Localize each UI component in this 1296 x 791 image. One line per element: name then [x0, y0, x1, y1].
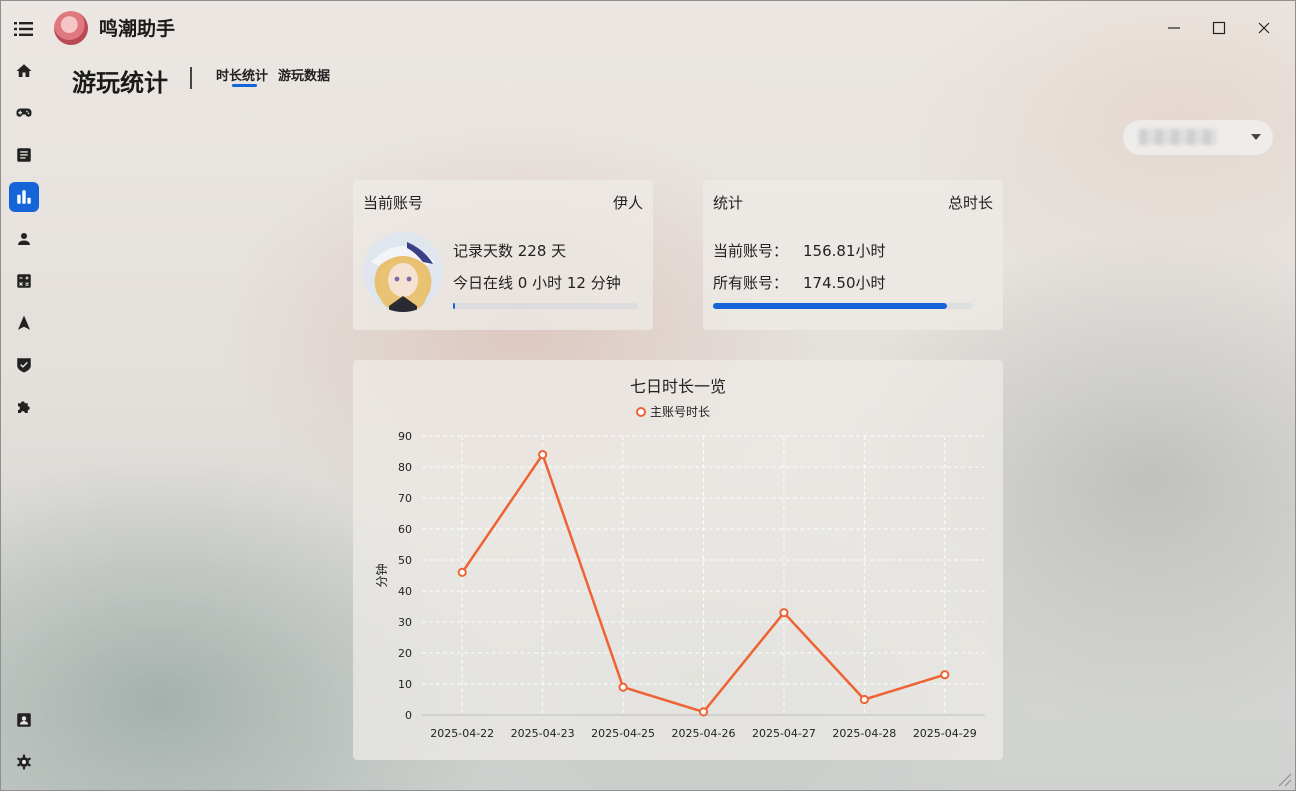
- line-chart: 0 10 20 30 40 50 60 70 80 90 2025-04-22 2025-04-23 2…: [374, 430, 985, 740]
- y-tick-label: 0: [405, 709, 412, 722]
- weekly-chart-card: 七日时长一览 主账号时长 0 10 20 30 40 50 60 70 80 90 2025-04-…: [353, 360, 1003, 760]
- y-tick-label: 50: [398, 554, 412, 567]
- document-icon[interactable]: [9, 140, 39, 170]
- card-heading: 统计: [713, 194, 744, 212]
- y-tick-label: 70: [398, 492, 412, 505]
- account-dropdown[interactable]: [1123, 120, 1273, 155]
- x-tick-label: 2025-04-28: [832, 727, 896, 740]
- data-point: [698, 707, 709, 717]
- sidebar: [0, 50, 48, 790]
- active-tab-indicator: [232, 84, 257, 87]
- home-icon[interactable]: [9, 56, 39, 86]
- navigation-icon[interactable]: [9, 308, 39, 338]
- gear-icon[interactable]: [9, 747, 39, 777]
- y-axis-label: 分钟: [374, 563, 389, 587]
- bar-chart-icon[interactable]: [9, 182, 39, 212]
- data-point: [538, 450, 548, 460]
- total-duration-label: 总时长: [947, 194, 993, 212]
- chevron-down-icon: [1251, 134, 1261, 140]
- y-tick-label: 90: [398, 430, 412, 443]
- gamepad-icon[interactable]: [9, 98, 39, 128]
- contact-card-icon[interactable]: [9, 705, 39, 735]
- online-today: 今日在线 0 小时 12 分钟: [453, 274, 621, 292]
- current-account-card: 当前账号 伊人 记录天数 228 天 今日在线 0 小时 12 分钟: [353, 180, 653, 330]
- app-logo: [54, 11, 88, 45]
- page-title: 游玩统计: [72, 69, 168, 97]
- stats-card: 统计 总时长 当前账号： 156.81小时 所有账号： 174.50小时: [703, 180, 1003, 330]
- y-tick-label: 20: [398, 647, 412, 660]
- close-button[interactable]: [1249, 14, 1279, 42]
- x-tick-label: 2025-04-23: [511, 727, 575, 740]
- character-name: 伊人: [612, 194, 643, 212]
- all-accounts-label: 所有账号：: [713, 274, 789, 292]
- x-tick-label: 2025-04-25: [591, 727, 655, 740]
- x-tick-label: 2025-04-27: [752, 727, 816, 740]
- data-point: [457, 567, 467, 577]
- all-accounts-hours: 174.50小时: [803, 274, 886, 292]
- menu-icon[interactable]: [10, 16, 38, 42]
- data-point: [859, 694, 869, 705]
- data-point: [940, 670, 950, 680]
- title-divider: [190, 67, 192, 89]
- y-tick-label: 40: [398, 585, 412, 598]
- record-days: 记录天数 228 天: [453, 242, 567, 260]
- y-tick-label: 30: [398, 616, 412, 629]
- duration-progress: [713, 303, 973, 309]
- duration-progress-fill: [713, 303, 947, 309]
- current-account-label: 当前账号：: [713, 242, 789, 260]
- y-tick-label: 10: [398, 678, 412, 691]
- current-account-hours: 156.81小时: [803, 242, 886, 260]
- data-point: [779, 608, 789, 618]
- account-name-redacted: [1139, 129, 1217, 145]
- x-tick-label: 2025-04-26: [672, 727, 736, 740]
- person-icon[interactable]: [9, 224, 39, 254]
- data-point: [618, 682, 628, 692]
- resize-grip-icon[interactable]: [1276, 771, 1292, 787]
- online-progress-fill: [453, 303, 455, 309]
- tab-play-data[interactable]: 游玩数据: [278, 65, 330, 84]
- card-heading: 当前账号: [363, 194, 424, 212]
- character-avatar: [363, 232, 443, 312]
- calculator-icon[interactable]: [9, 266, 39, 296]
- tab-duration-stats[interactable]: 时长统计: [216, 65, 268, 84]
- puzzle-icon[interactable]: [9, 392, 39, 422]
- online-progress: [453, 303, 638, 309]
- check-shield-icon[interactable]: [9, 350, 39, 380]
- title-bar: 鸣潮助手: [0, 0, 1296, 56]
- maximize-button[interactable]: [1204, 14, 1234, 42]
- minimize-button[interactable]: [1159, 14, 1189, 42]
- y-tick-label: 60: [398, 523, 412, 536]
- app-title: 鸣潮助手: [99, 18, 176, 40]
- y-tick-label: 80: [398, 461, 412, 474]
- x-tick-label: 2025-04-22: [430, 727, 494, 740]
- x-tick-label: 2025-04-29: [913, 727, 977, 740]
